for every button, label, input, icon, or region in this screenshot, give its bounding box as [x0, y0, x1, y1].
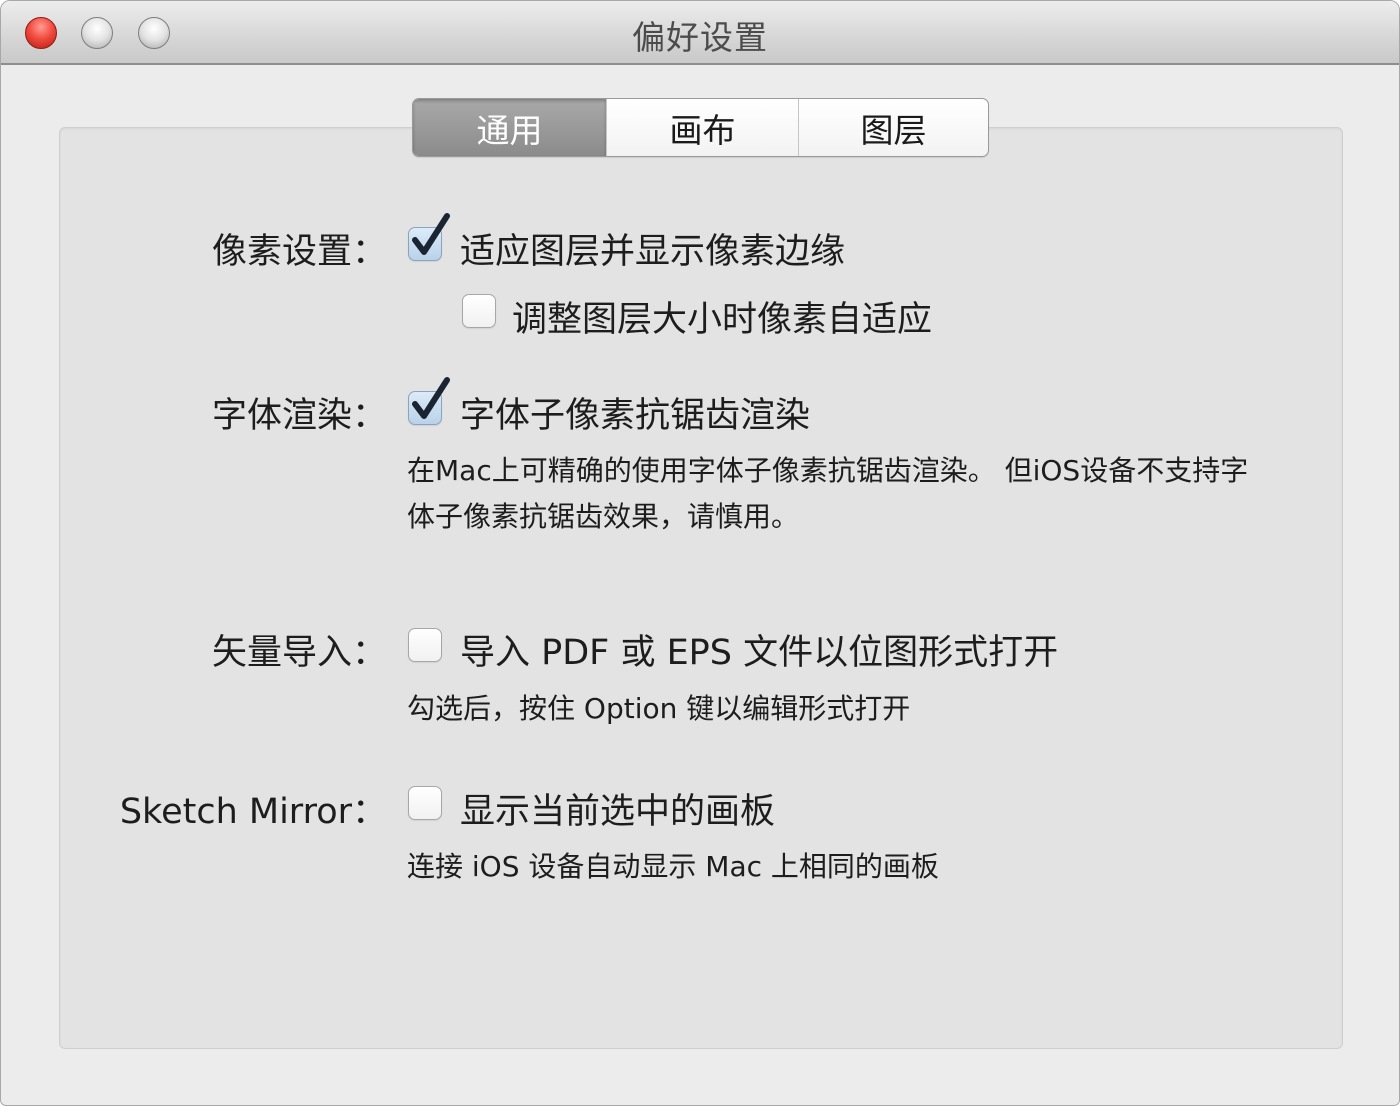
- title-bar[interactable]: 偏好设置: [1, 1, 1399, 65]
- tab-bar: 通用 画布 图层: [412, 98, 989, 157]
- font-rendering-label: 字体渲染：: [211, 396, 387, 436]
- import-as-bitmap-option-label[interactable]: 导入 PDF 或 EPS 文件以位图形式打开: [460, 624, 1058, 675]
- tab-layers[interactable]: 图层: [798, 99, 988, 156]
- font-rendering-description-line2: 体子像素抗锯齿效果，请慎用。: [407, 500, 800, 533]
- show-selected-artboard-checkbox[interactable]: [408, 786, 442, 820]
- vector-import-label: 矢量导入：: [211, 633, 387, 673]
- fit-layers-checkbox[interactable]: [408, 213, 450, 261]
- sketch-mirror-label: Sketch Mirror：: [119, 792, 387, 832]
- show-selected-artboard-option-label[interactable]: 显示当前选中的画板: [460, 783, 775, 834]
- import-as-bitmap-checkbox[interactable]: [408, 628, 442, 662]
- vector-import-description: 勾选后，按住 Option 键以编辑形式打开: [407, 692, 911, 725]
- checkmark-icon: [412, 377, 450, 419]
- subpixel-antialias-checkbox[interactable]: [408, 377, 450, 425]
- pixel-settings-label: 像素设置：: [211, 232, 387, 272]
- tab-canvas[interactable]: 画布: [606, 99, 798, 156]
- sketch-mirror-description: 连接 iOS 设备自动显示 Mac 上相同的画板: [407, 850, 939, 883]
- tab-general[interactable]: 通用: [413, 99, 606, 156]
- pixel-adapt-option-label[interactable]: 调整图层大小时像素自适应: [512, 291, 932, 342]
- window-title: 偏好设置: [632, 18, 768, 57]
- subpixel-antialias-option-label[interactable]: 字体子像素抗锯齿渲染: [460, 387, 810, 438]
- checkmark-icon: [412, 213, 450, 255]
- font-rendering-description-line1: 在Mac上可精确的使用字体子像素抗锯齿渲染。 但iOS设备不支持字: [407, 454, 1249, 487]
- fit-layers-option-label[interactable]: 适应图层并显示像素边缘: [460, 223, 845, 274]
- preferences-window: 偏好设置 通用 画布 图层 像素设置： 适应图层并显示像素边缘 调整图层大小时像…: [0, 0, 1400, 1106]
- pixel-adapt-checkbox[interactable]: [462, 294, 496, 328]
